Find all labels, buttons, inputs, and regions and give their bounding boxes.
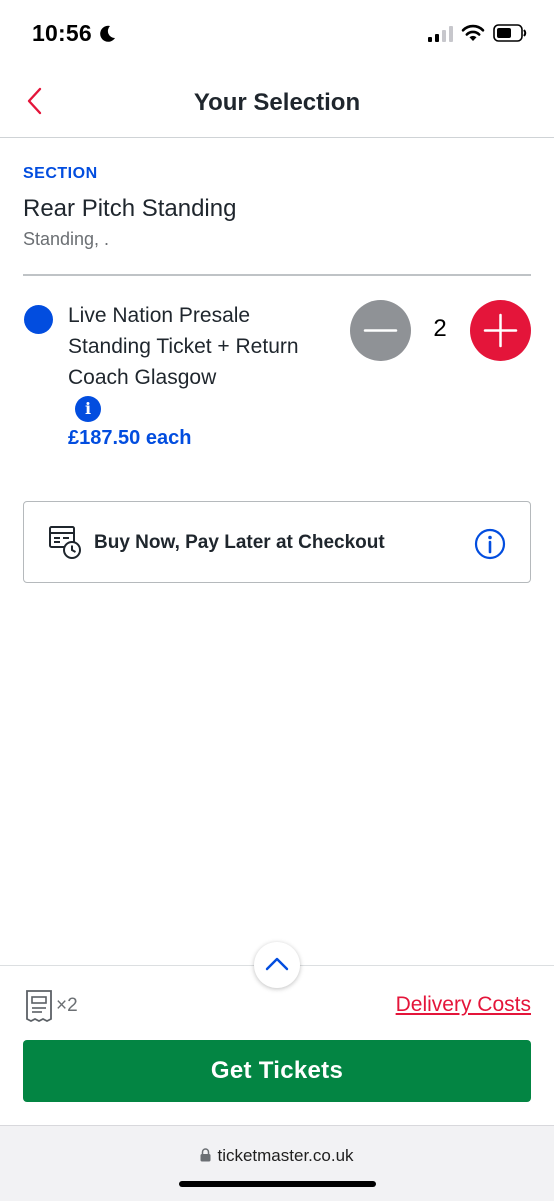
info-icon[interactable]: i <box>75 396 101 422</box>
page-title: Your Selection <box>193 89 361 116</box>
ticket-icon <box>25 989 53 1028</box>
signal-icon <box>428 26 454 47</box>
calendar-clock-icon <box>49 526 83 565</box>
divider <box>23 274 531 276</box>
minus-icon <box>363 329 398 332</box>
battery-icon <box>493 24 527 47</box>
expand-button[interactable] <box>254 942 300 988</box>
ticket-radio-button[interactable] <box>24 305 53 334</box>
status-bar: 10:56 <box>0 0 554 70</box>
ticket-price: £187.50 each <box>68 427 192 449</box>
quantity-value: 2 <box>433 315 447 342</box>
increase-quantity-button[interactable] <box>470 300 531 361</box>
delivery-costs-link[interactable]: Delivery Costs <box>396 993 531 1017</box>
chevron-up-icon <box>265 957 289 971</box>
section-subtitle: Standing, . <box>23 229 110 249</box>
wifi-icon <box>461 23 485 47</box>
buy-now-pay-later-text: Buy Now, Pay Later at Checkout <box>94 532 385 553</box>
url-text: ticketmaster.co.uk <box>217 1146 354 1165</box>
plus-icon <box>483 313 518 348</box>
browser-address-bar[interactable]: ticketmaster.co.uk <box>0 1125 554 1201</box>
status-time: 10:56 <box>32 20 92 46</box>
ticket-name: Live Nation Presale Standing Ticket + Re… <box>68 304 299 389</box>
url-display[interactable]: ticketmaster.co.uk <box>0 1146 554 1167</box>
ticket-count: ×2 <box>56 995 78 1016</box>
section-name: Rear Pitch Standing <box>23 195 237 222</box>
decrease-quantity-button[interactable] <box>350 300 411 361</box>
home-indicator[interactable] <box>179 1181 376 1187</box>
header: Your Selection <box>0 70 554 138</box>
lock-icon <box>200 1147 211 1167</box>
buy-now-pay-later-banner[interactable]: Buy Now, Pay Later at Checkout <box>23 501 531 583</box>
section-label: SECTION <box>23 165 98 182</box>
info-icon[interactable] <box>474 528 506 565</box>
moon-icon <box>97 24 117 49</box>
get-tickets-button[interactable]: Get Tickets <box>23 1040 531 1102</box>
